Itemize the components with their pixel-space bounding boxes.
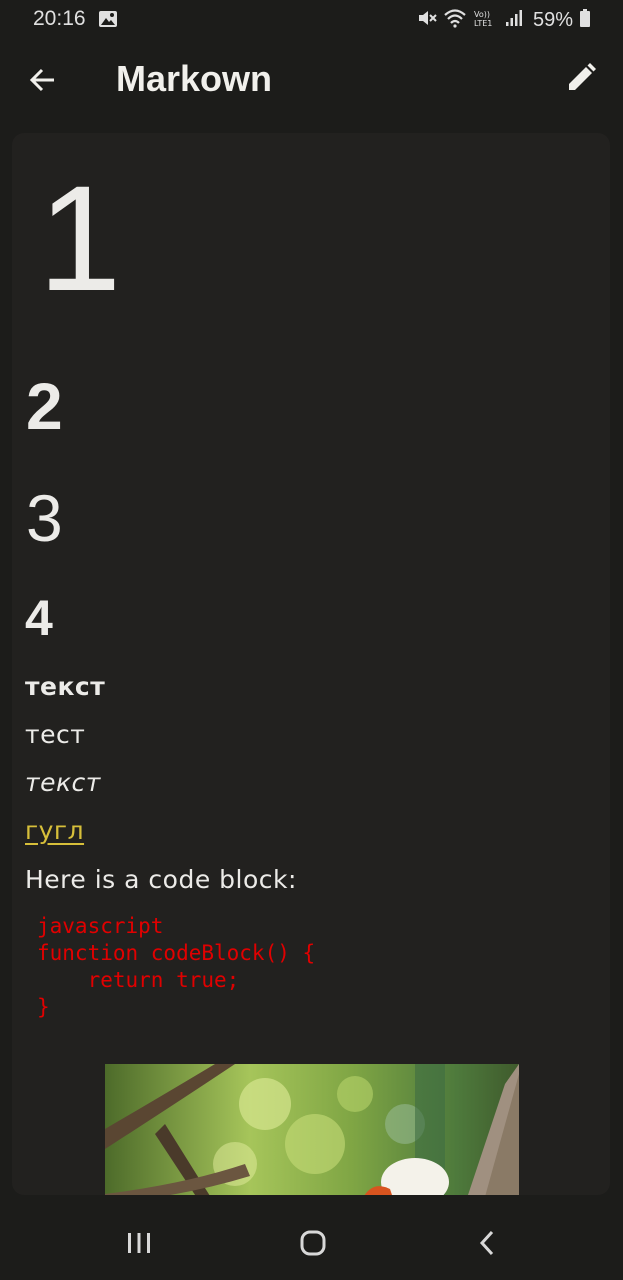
navigation-bar <box>0 1205 623 1280</box>
back-nav-icon <box>479 1230 494 1256</box>
status-bar: 20:16 Vo)) LTE1 59% <box>0 0 623 40</box>
page-title: Markown <box>116 58 273 99</box>
volte-icon: Vo)) LTE1 <box>473 8 499 32</box>
code-line: } <box>37 995 50 1019</box>
battery-percentage: 59% <box>532 8 573 31</box>
recent-apps-icon <box>128 1233 150 1253</box>
back-button[interactable] <box>22 60 62 100</box>
status-time: 20:16 <box>33 7 86 30</box>
app-bar: Markown <box>0 40 623 122</box>
edit-button[interactable] <box>561 58 601 98</box>
status-icons: Vo)) LTE1 59% <box>417 8 591 32</box>
link[interactable]: гугл <box>25 818 84 843</box>
home-button[interactable] <box>288 1223 338 1263</box>
code-block: javascript function codeBlock() { return… <box>37 913 315 1021</box>
heading-3: 3 <box>26 481 63 555</box>
arrow-left-icon <box>29 68 54 92</box>
mute-icon <box>417 8 437 32</box>
pencil-icon <box>569 63 596 90</box>
svg-text:Vo)): Vo)) <box>474 10 490 19</box>
heading-1: 1 <box>38 154 122 322</box>
code-intro-text: Here is a code block: <box>25 865 297 894</box>
code-line: return true; <box>37 968 240 992</box>
bold-text: текст <box>25 672 106 701</box>
heading-4: 4 <box>25 590 53 646</box>
heading-2: 2 <box>26 369 63 443</box>
back-nav-button[interactable] <box>462 1223 512 1263</box>
italic-text: текст <box>25 768 101 797</box>
recent-apps-button[interactable] <box>114 1223 164 1263</box>
signal-icon <box>505 8 523 32</box>
markdown-preview: 1 2 3 4 текст тест текст гугл Here is a … <box>12 133 610 1195</box>
code-line: javascript <box>37 914 164 938</box>
svg-text:LTE1: LTE1 <box>474 19 492 28</box>
battery-icon <box>579 8 591 32</box>
home-icon <box>300 1230 326 1256</box>
normal-text: тест <box>25 720 86 749</box>
photo-image <box>105 1064 519 1195</box>
wifi-icon <box>443 8 467 32</box>
gallery-icon <box>98 10 118 32</box>
code-line: function codeBlock() { <box>37 941 316 965</box>
